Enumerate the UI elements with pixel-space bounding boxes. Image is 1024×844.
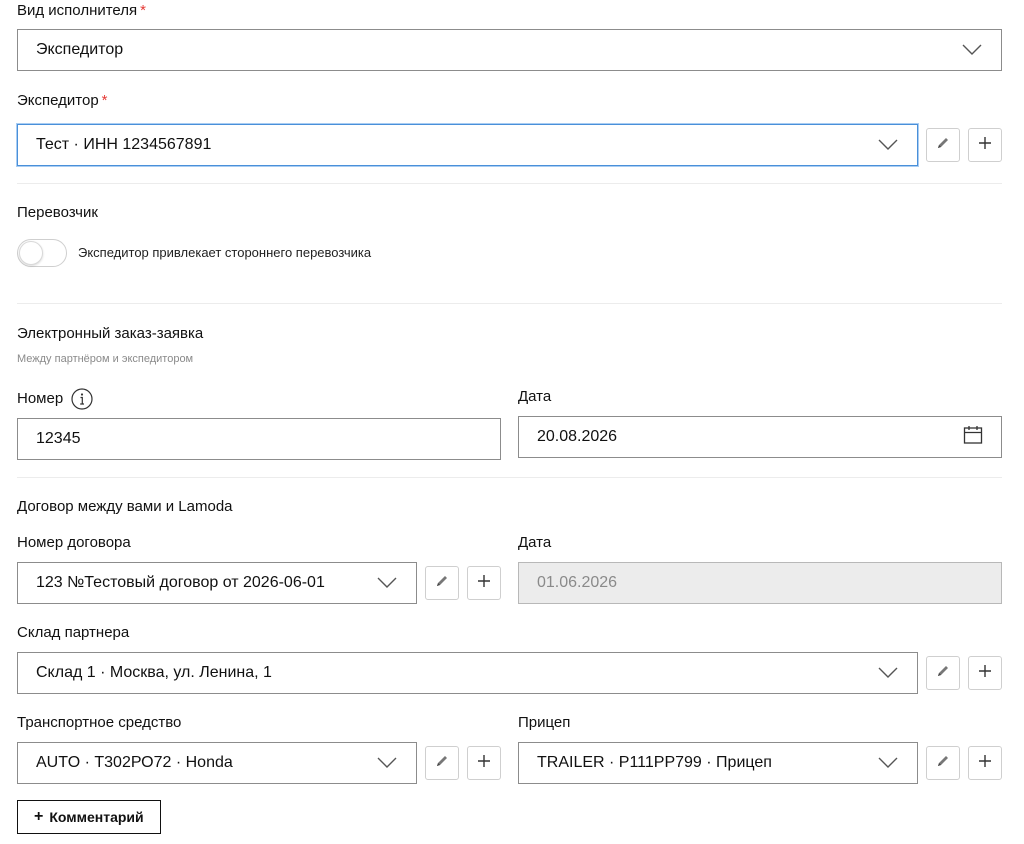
pencil-icon bbox=[936, 136, 950, 155]
contract-title: Договор между вами и Lamoda bbox=[17, 498, 233, 515]
edit-forwarder-button[interactable] bbox=[926, 128, 960, 162]
chevron-down-icon bbox=[376, 756, 398, 770]
pencil-icon bbox=[435, 754, 449, 773]
forwarder-select[interactable]: Тест · ИНН 1234567891 bbox=[17, 124, 918, 166]
plus-icon bbox=[477, 574, 491, 593]
electronic-order-hint: Между партнёром и экспедитором bbox=[17, 353, 194, 365]
required-mark: * bbox=[101, 92, 108, 109]
trailer-value: TRAILER · Р111РР799 · Прицеп bbox=[537, 754, 772, 771]
edit-warehouse-button[interactable] bbox=[926, 656, 960, 690]
chevron-down-icon bbox=[376, 576, 398, 590]
add-vehicle-button[interactable] bbox=[467, 746, 501, 780]
toggle-knob bbox=[19, 241, 43, 265]
plus-icon bbox=[477, 754, 491, 773]
order-date-input[interactable]: 20.08.2026 bbox=[518, 416, 1002, 458]
edit-vehicle-button[interactable] bbox=[425, 746, 459, 780]
forwarder-label-text: Экспедитор bbox=[17, 92, 99, 109]
warehouse-label: Склад партнера bbox=[17, 624, 130, 641]
vehicle-value: AUTO · Т302РО72 · Honda bbox=[36, 754, 233, 771]
warehouse-value: Склад 1 · Москва, ул. Ленина, 1 bbox=[36, 664, 272, 681]
plus-icon: + bbox=[34, 808, 44, 825]
pencil-icon bbox=[936, 664, 950, 683]
vehicle-select[interactable]: AUTO · Т302РО72 · Honda bbox=[17, 742, 417, 784]
performer-type-value: Экспедитор bbox=[36, 41, 124, 58]
order-date-value: 20.08.2026 bbox=[537, 428, 618, 445]
performer-type-label-text: Вид исполнителя bbox=[17, 2, 138, 19]
contract-date-input: 01.06.2026 bbox=[518, 562, 1002, 604]
add-forwarder-button[interactable] bbox=[968, 128, 1002, 162]
add-comment-button[interactable]: + Комментарий bbox=[17, 800, 161, 834]
electronic-order-title: Электронный заказ-заявка bbox=[17, 325, 204, 342]
divider bbox=[17, 183, 1002, 184]
carrier-toggle-label: Экспедитор привлекает стороннего перевоз… bbox=[78, 245, 372, 260]
order-number-label: Номер bbox=[17, 388, 93, 410]
edit-trailer-button[interactable] bbox=[926, 746, 960, 780]
order-number-label-text: Номер bbox=[17, 390, 64, 407]
contract-number-select[interactable]: 123 №Тестовый договор от 2026-06-01 bbox=[17, 562, 417, 604]
carrier-toggle[interactable] bbox=[17, 239, 67, 267]
add-trailer-button[interactable] bbox=[968, 746, 1002, 780]
carrier-title: Перевозчик bbox=[17, 204, 98, 221]
contract-date-label: Дата bbox=[518, 534, 552, 551]
performer-type-label: Вид исполнителя * bbox=[17, 2, 146, 20]
chevron-down-icon bbox=[877, 756, 899, 770]
info-icon[interactable] bbox=[71, 388, 93, 410]
vehicle-label: Транспортное средство bbox=[17, 714, 182, 731]
edit-contract-button[interactable] bbox=[425, 566, 459, 600]
chevron-down-icon bbox=[877, 666, 899, 680]
trailer-select[interactable]: TRAILER · Р111РР799 · Прицеп bbox=[518, 742, 918, 784]
contract-date-value: 01.06.2026 bbox=[537, 574, 618, 591]
chevron-down-icon bbox=[961, 43, 983, 57]
divider bbox=[17, 303, 1002, 304]
plus-icon bbox=[978, 664, 992, 683]
calendar-icon[interactable] bbox=[963, 425, 983, 450]
order-number-value: 12345 bbox=[36, 430, 81, 447]
forwarder-label: Экспедитор * bbox=[17, 92, 108, 110]
contract-number-label: Номер договора bbox=[17, 534, 131, 551]
warehouse-select[interactable]: Склад 1 · Москва, ул. Ленина, 1 bbox=[17, 652, 918, 694]
add-warehouse-button[interactable] bbox=[968, 656, 1002, 690]
order-number-input[interactable]: 12345 bbox=[17, 418, 501, 460]
divider bbox=[17, 477, 1002, 478]
add-comment-label: Комментарий bbox=[49, 809, 144, 825]
performer-type-select[interactable]: Экспедитор bbox=[17, 29, 1002, 71]
plus-icon bbox=[978, 754, 992, 773]
trailer-label: Прицеп bbox=[518, 714, 571, 731]
pencil-icon bbox=[435, 574, 449, 593]
order-date-label: Дата bbox=[518, 388, 552, 405]
pencil-icon bbox=[936, 754, 950, 773]
required-mark: * bbox=[140, 2, 146, 19]
contract-number-value: 123 №Тестовый договор от 2026-06-01 bbox=[36, 574, 325, 591]
forwarder-value: Тест · ИНН 1234567891 bbox=[36, 136, 212, 153]
add-contract-button[interactable] bbox=[467, 566, 501, 600]
plus-icon bbox=[978, 136, 992, 155]
chevron-down-icon bbox=[877, 138, 899, 152]
